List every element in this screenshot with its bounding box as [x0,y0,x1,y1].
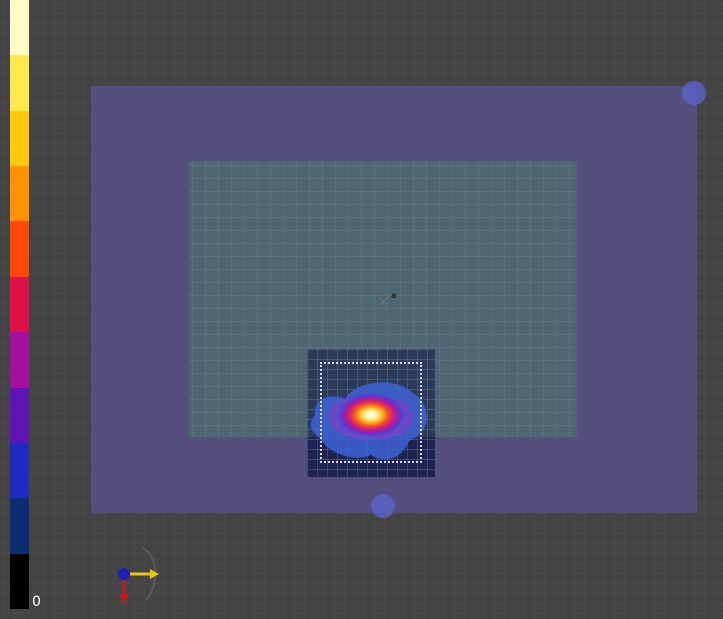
colorbar-swatch-10 [10,553,29,609]
colorbar-swatch-9 [10,498,29,554]
resize-handle-top-right[interactable] [682,81,706,105]
colorbar-swatch-8 [10,442,29,499]
resize-handle-bottom[interactable] [371,494,395,518]
colorbar-swatch-7 [10,387,29,443]
selection-box[interactable] [320,362,422,463]
colorbar-swatch-0 [10,0,29,56]
colorbar-min-label: 0 [32,594,41,610]
z-axis-arrowhead [119,594,129,604]
colorbar-swatch-3 [10,166,29,222]
y-axis-dot [118,568,130,580]
origin-label: a [391,291,397,300]
axes-gizmo-icon[interactable] [112,544,164,606]
colorbar-swatch-5 [10,276,29,333]
viewport-canvas[interactable]: 0 a [0,0,723,619]
colorbar-swatch-4 [10,221,29,277]
colorbar-swatch-2 [10,110,29,167]
colorbar-swatch-1 [10,55,29,111]
colorbar-legend [10,0,29,609]
colorbar-swatch-6 [10,332,29,388]
